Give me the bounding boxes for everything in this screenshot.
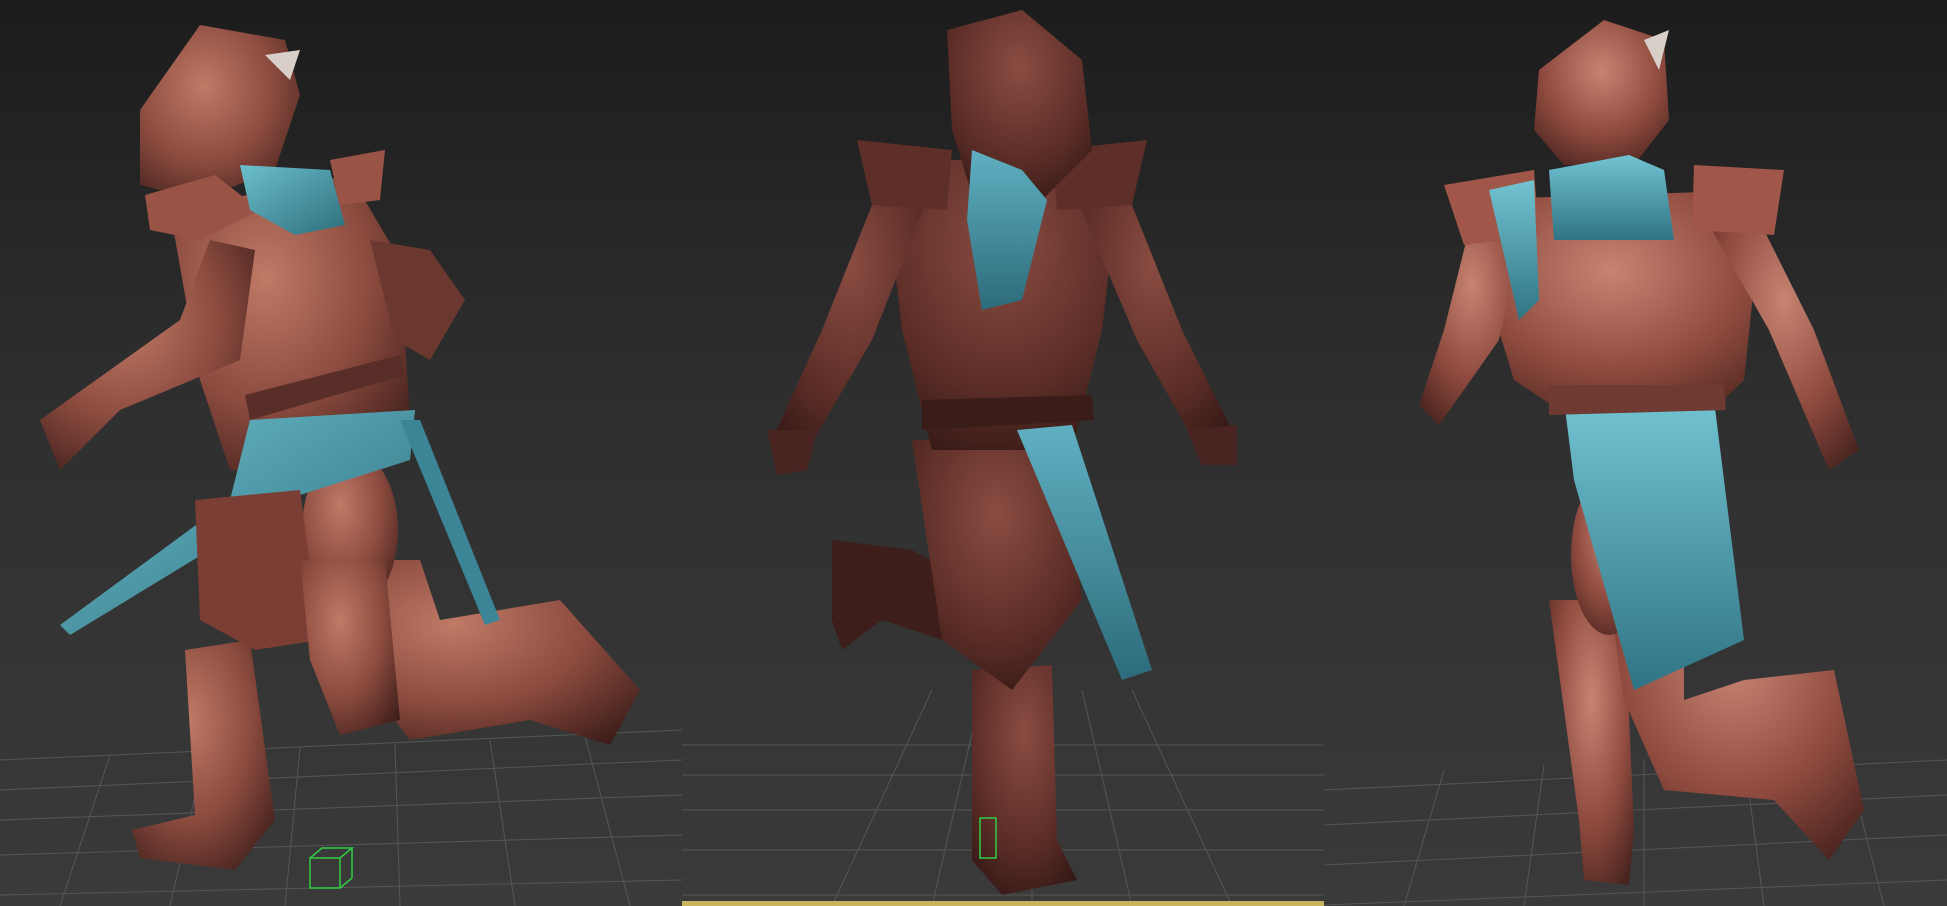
viewport-left[interactable] — [0, 0, 682, 906]
viewport-left-scene — [0, 25, 682, 906]
character-model-back — [1419, 20, 1864, 885]
character-model-front — [767, 10, 1237, 895]
character-model-side — [40, 25, 640, 870]
viewport-center-scene — [682, 10, 1324, 906]
viewport-right[interactable] — [1324, 0, 1947, 906]
viewport-center[interactable] — [682, 0, 1324, 906]
viewport-right-scene — [1324, 20, 1947, 906]
grid-plane — [0, 729, 682, 906]
helper-box-icon — [309, 847, 355, 889]
viewport-layout — [0, 0, 1947, 906]
